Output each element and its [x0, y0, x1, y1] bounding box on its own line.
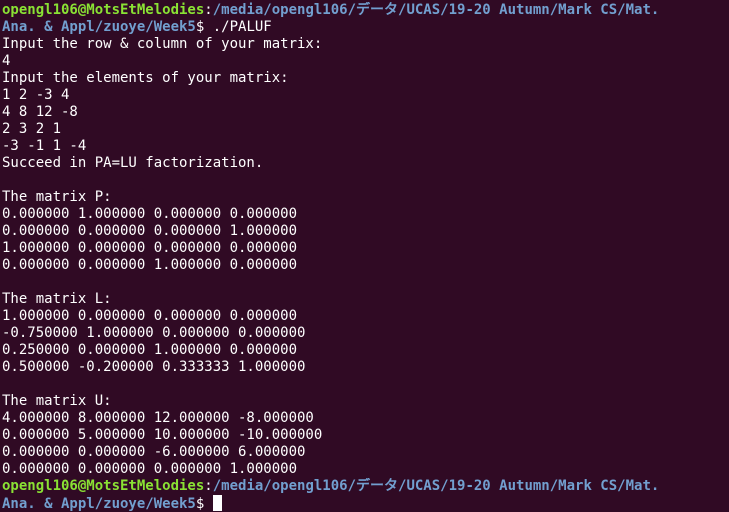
prompt-dollar: $: [195, 496, 213, 512]
prompt-dollar: $: [195, 19, 213, 35]
prompt-line-continued: Ana. & Appl/zuoye/Week5$ ./PALUF: [2, 19, 729, 36]
prompt-colon: :: [204, 2, 213, 18]
output-line: Input the elements of your matrix:: [2, 70, 289, 86]
prompt-path: /media/opengl106/データ/UCAS/19-20 Autumn/M…: [212, 2, 660, 18]
terminal-window[interactable]: opengl106@MotsEtMelodies:/media/opengl10…: [0, 0, 729, 512]
prompt-user-host: opengl106@MotsEtMelodies: [2, 478, 205, 494]
output-line: Input the row & column of your matrix:: [2, 36, 323, 52]
output-line: The matrix U:: [2, 393, 112, 409]
output-line: 0.000000 0.000000 0.000000 1.000000: [2, 223, 298, 239]
prompt-path-continued: Ana. & Appl/zuoye/Week5: [2, 496, 196, 512]
output-line: 4.000000 8.000000 12.000000 -8.000000: [2, 410, 314, 426]
output-line: -0.750000 1.000000 0.000000 0.000000: [2, 325, 306, 341]
output-line: 0.000000 0.000000 0.000000 1.000000: [2, 461, 298, 477]
output-line: 0.000000 0.000000 1.000000 0.000000: [2, 257, 298, 273]
output-line: -3 -1 1 -4: [2, 138, 87, 154]
prompt-line: opengl106@MotsEtMelodies:/media/opengl10…: [2, 2, 729, 19]
prompt-colon: :: [204, 478, 213, 494]
output-line: 0.000000 0.000000 -6.000000 6.000000: [2, 444, 306, 460]
prompt-line: opengl106@MotsEtMelodies:/media/opengl10…: [2, 478, 729, 495]
output-line: 2 3 2 1: [2, 121, 62, 137]
output-line: 4: [2, 53, 11, 69]
output-line: The matrix P:: [2, 189, 112, 205]
output-line: 1.000000 0.000000 0.000000 0.000000: [2, 240, 298, 256]
output-line: 0.500000 -0.200000 0.333333 1.000000: [2, 359, 306, 375]
output-line: The matrix L:: [2, 291, 112, 307]
output-line: Succeed in PA=LU factorization.: [2, 155, 264, 171]
prompt-path: /media/opengl106/データ/UCAS/19-20 Autumn/M…: [212, 478, 660, 494]
output-line: 4 8 12 -8: [2, 104, 78, 120]
text-cursor[interactable]: [212, 495, 222, 511]
prompt-user-host: opengl106@MotsEtMelodies: [2, 2, 205, 18]
prompt-line-continued[interactable]: Ana. & Appl/zuoye/Week5$: [2, 495, 729, 512]
output-line: 1 2 -3 4: [2, 87, 70, 103]
command-text: ./PALUF: [212, 19, 272, 35]
output-line: 1.000000 0.000000 0.000000 0.000000: [2, 308, 298, 324]
output-line: 0.000000 5.000000 10.000000 -10.000000: [2, 427, 323, 443]
output-line: 0.250000 0.000000 1.000000 0.000000: [2, 342, 298, 358]
prompt-path-continued: Ana. & Appl/zuoye/Week5: [2, 19, 196, 35]
output-line: 0.000000 1.000000 0.000000 0.000000: [2, 206, 298, 222]
